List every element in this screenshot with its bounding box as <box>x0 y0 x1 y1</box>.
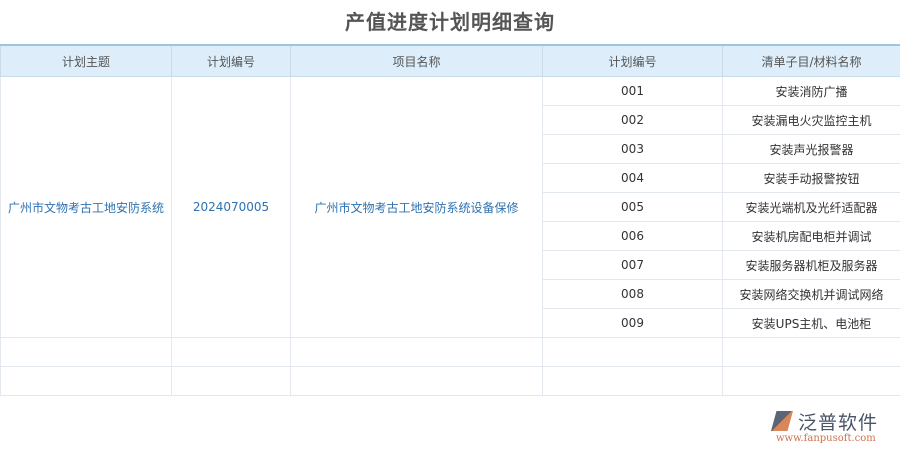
item-name-cell: 安装光端机及光纤适配器 <box>722 192 900 222</box>
item-number-cell: 004 <box>542 163 723 193</box>
logo-url: www.fanpusoft.com <box>776 433 876 444</box>
item-number-cell: 008 <box>542 279 723 309</box>
item-number-cell: 001 <box>542 76 723 106</box>
column-header[interactable]: 项目名称 <box>290 44 543 77</box>
item-name-cell: 安装手动报警按钮 <box>722 163 900 193</box>
item-name-cell: 安装UPS主机、电池柜 <box>722 308 900 338</box>
column-header[interactable]: 计划编号 <box>171 44 291 77</box>
item-name-cell: 安装机房配电柜并调试 <box>722 221 900 251</box>
item-name-cell: 安装网络交换机并调试网络 <box>722 279 900 309</box>
plan-number-cell[interactable]: 2024070005 <box>171 76 291 338</box>
item-number-cell: 003 <box>542 134 723 164</box>
empty-row <box>0 337 900 367</box>
table-row[interactable]: 广州市文物考古工地安防系统 2024070005 广州市文物考古工地安防系统设备保修… <box>0 76 900 338</box>
item-name-cell: 安装漏电火灾监控主机 <box>722 105 900 135</box>
column-header[interactable]: 计划编号 <box>542 44 723 77</box>
empty-row <box>0 366 900 396</box>
item-number-cell: 006 <box>542 221 723 251</box>
item-name-cell: 安装服务器机柜及服务器 <box>722 250 900 280</box>
column-header[interactable]: 计划主题 <box>0 44 172 77</box>
item-name-cell: 安装声光报警器 <box>722 134 900 164</box>
column-header[interactable]: 清单子目/材料名称 <box>722 44 900 77</box>
table-header: 计划主题 计划编号 项目名称 计划编号 清单子目/材料名称 <box>0 44 900 77</box>
item-name-cell: 安装消防广播 <box>722 76 900 106</box>
item-number-cell: 002 <box>542 105 723 135</box>
logo-mark-icon <box>771 411 793 431</box>
page-title: 产值进度计划明细查询 <box>345 10 555 34</box>
project-name-cell[interactable]: 广州市文物考古工地安防系统设备保修 <box>290 76 543 338</box>
logo-name: 泛普软件 <box>798 412 879 434</box>
item-number-cell: 009 <box>542 308 723 338</box>
item-number-cell: 005 <box>542 192 723 222</box>
plan-theme-cell[interactable]: 广州市文物考古工地安防系统 <box>0 76 172 338</box>
fanpu-logo: 泛普软件 www.fanpusoft.com <box>768 408 898 448</box>
item-number-cell: 007 <box>542 250 723 280</box>
plan-detail-table: 计划主题 计划编号 项目名称 计划编号 清单子目/材料名称 广州市文物考古工地安… <box>0 44 900 396</box>
